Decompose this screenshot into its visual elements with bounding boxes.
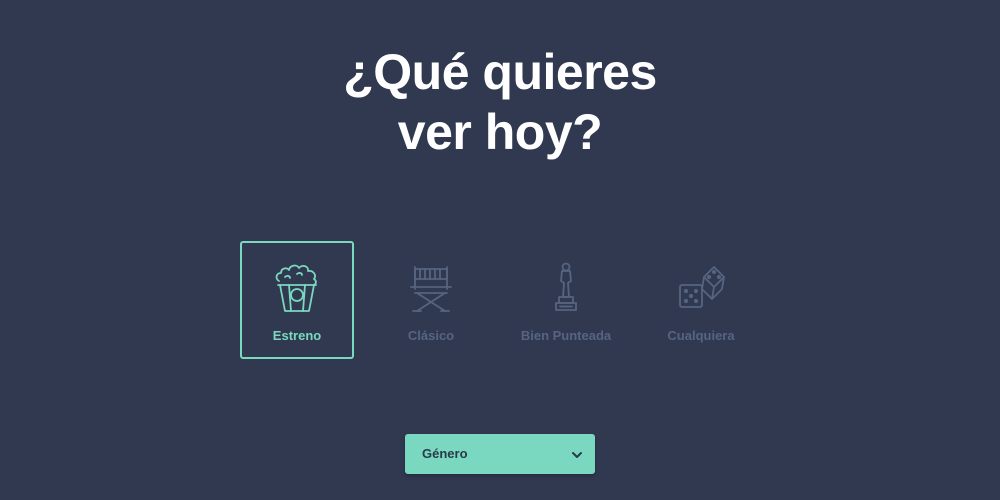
chevron-down-icon: [571, 448, 583, 460]
page-title: ¿Qué quieres ver hoy?: [0, 42, 1000, 162]
option-clasico[interactable]: Clásico: [374, 241, 488, 359]
page: ¿Qué quieres ver hoy? Estreno Clásico Bi…: [0, 0, 1000, 500]
dice-icon: [676, 259, 726, 315]
option-label: Cualquiera: [667, 328, 735, 343]
movie-type-options: Estreno Clásico Bien Punteada Cualquiera: [240, 241, 780, 361]
oscar-statue-icon: [541, 259, 591, 315]
director-chair-icon: [406, 259, 456, 315]
page-title-line-2: ver hoy?: [397, 104, 603, 160]
popcorn-icon: [272, 259, 322, 315]
option-bien-punteada[interactable]: Bien Punteada: [509, 241, 623, 359]
option-estreno[interactable]: Estreno: [240, 241, 354, 359]
option-cualquiera[interactable]: Cualquiera: [644, 241, 758, 359]
genre-select-value: Género: [422, 446, 468, 461]
genre-select[interactable]: Género: [405, 434, 595, 474]
page-title-line-1: ¿Qué quieres: [343, 44, 657, 100]
